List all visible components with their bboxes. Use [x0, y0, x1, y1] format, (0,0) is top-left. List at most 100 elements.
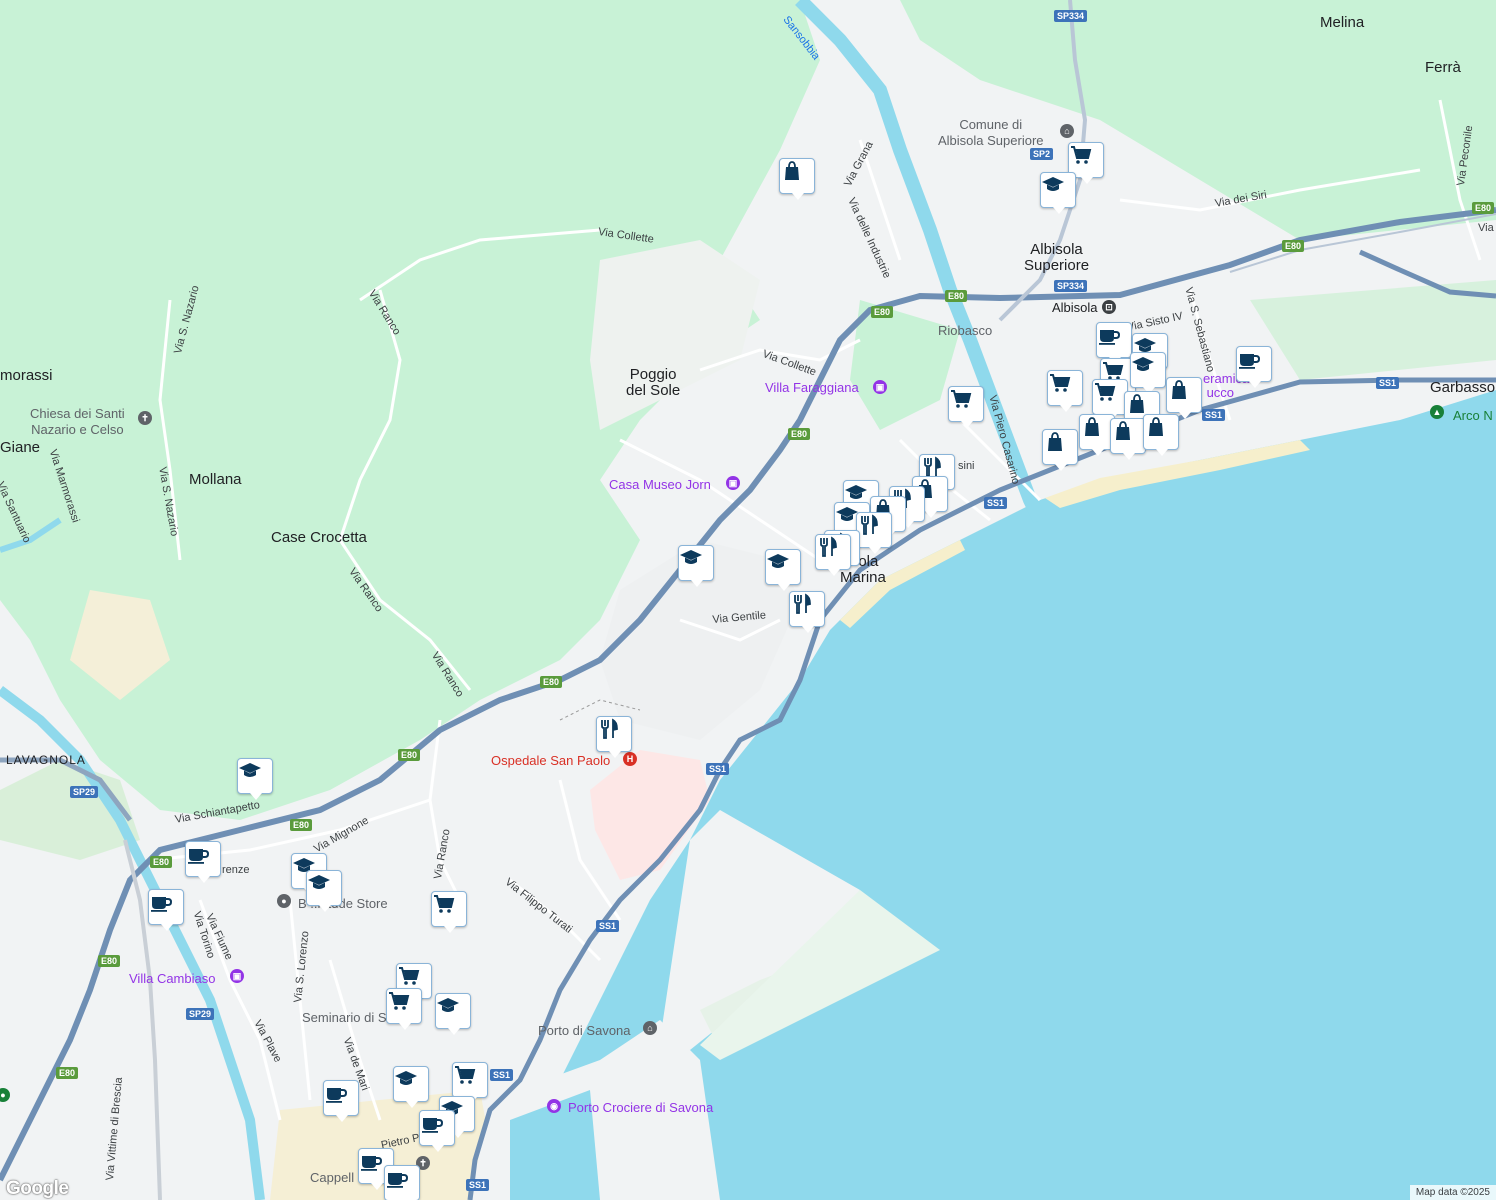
- map-attribution[interactable]: Map data ©2025: [1409, 1185, 1496, 1200]
- camera-icon[interactable]: ◉: [547, 1099, 561, 1113]
- marker-restaurant[interactable]: [815, 534, 851, 576]
- marker-coffee[interactable]: [419, 1110, 455, 1152]
- marker-coffee[interactable]: [323, 1080, 359, 1122]
- train-station-icon[interactable]: ⊡: [1102, 300, 1116, 314]
- shopping-cart-icon: [1050, 374, 1071, 392]
- shopping-cart-icon: [389, 992, 410, 1010]
- shopping-bag-icon: [1149, 417, 1163, 436]
- landmark-icon[interactable]: ⌂: [643, 1021, 657, 1035]
- road-shield-ss1: SS1: [490, 1069, 514, 1081]
- poi-label-villa-cambiaso[interactable]: Villa Cambiaso: [129, 971, 215, 986]
- marker-school[interactable]: [393, 1066, 429, 1108]
- road-shield-e80: E80: [1282, 240, 1305, 252]
- road-shield-e80: E80: [871, 306, 894, 318]
- marker-school[interactable]: [306, 870, 342, 912]
- museum-icon[interactable]: ▣: [230, 969, 244, 983]
- museum-icon[interactable]: ▣: [726, 476, 740, 490]
- marker-shopping-bag[interactable]: [779, 158, 815, 200]
- place-label-comune: Comune di Albisola Superiore: [938, 117, 1044, 148]
- marker-coffee[interactable]: [148, 889, 184, 931]
- road-shield-ss1: SS1: [596, 920, 620, 932]
- coffee-icon: [1099, 330, 1121, 345]
- map-canvas[interactable]: Melina Ferrà Comune di Albisola Superior…: [0, 0, 1496, 1200]
- place-label-garbasso: Garbasso: [1430, 379, 1496, 396]
- marker-shopping-cart[interactable]: [1047, 370, 1083, 412]
- coffee-icon: [1239, 354, 1261, 369]
- road-shield-e80: E80: [290, 819, 313, 831]
- landmark-icon: ⌂: [1060, 124, 1074, 138]
- place-label-chiesa: Chiesa dei Santi Nazario e Celso: [30, 406, 125, 437]
- marker-shopping-bag[interactable]: [1166, 377, 1202, 419]
- shopping-bag-icon: [1048, 432, 1062, 451]
- marker-shopping-cart[interactable]: [452, 1062, 488, 1104]
- road-shield-e80: E80: [540, 676, 563, 688]
- marker-coffee[interactable]: [1096, 322, 1132, 364]
- place-label-seminario: Seminario di S: [302, 1010, 387, 1025]
- school-icon: [437, 998, 459, 1012]
- hospital-icon[interactable]: H: [623, 752, 637, 766]
- marker-shopping-bag[interactable]: [1042, 429, 1078, 471]
- shopping-cart-icon: [951, 390, 972, 408]
- shopping-icon[interactable]: ●: [277, 894, 291, 908]
- marker-restaurant[interactable]: [856, 512, 892, 554]
- shopping-bag-icon: [1172, 380, 1186, 399]
- poi-label-porto-crociere[interactable]: Porto Crociere di Savona: [568, 1100, 713, 1115]
- coffee-icon: [151, 897, 173, 912]
- marker-school[interactable]: [1040, 172, 1076, 214]
- marker-shopping-cart[interactable]: [1092, 379, 1128, 421]
- place-label-morassi: morassi: [0, 367, 53, 384]
- road-shield-e80: E80: [56, 1067, 79, 1079]
- school-icon: [767, 554, 789, 568]
- road-shield-ss1: SS1: [706, 763, 730, 775]
- shopping-cart-icon: [1095, 383, 1116, 401]
- marker-shopping-cart[interactable]: [431, 891, 467, 933]
- marker-shopping-cart[interactable]: [386, 988, 422, 1030]
- marker-shopping-bag[interactable]: [1110, 418, 1146, 460]
- road-shield-sp29: SP29: [186, 1008, 215, 1020]
- place-label-ferra: Ferrà: [1425, 59, 1461, 76]
- coffee-icon: [422, 1118, 444, 1133]
- marker-school[interactable]: [1130, 352, 1166, 394]
- marker-restaurant[interactable]: [789, 591, 825, 633]
- marker-school[interactable]: [237, 758, 273, 800]
- restaurant-icon: [794, 593, 811, 614]
- school-icon: [1042, 177, 1064, 191]
- restaurant-icon: [861, 514, 878, 535]
- street-label: Via: [1478, 222, 1494, 234]
- marker-school[interactable]: [678, 545, 714, 587]
- google-logo: Google: [6, 1178, 69, 1199]
- road-shield-e80: E80: [788, 428, 811, 440]
- place-label-giane: Giane: [0, 439, 41, 456]
- road-shield-sp334: SP334: [1054, 280, 1088, 292]
- shopping-bag-icon: [1085, 417, 1099, 436]
- shopping-bag-icon: [785, 161, 799, 180]
- place-label-albisola-station: Albisola: [1052, 300, 1098, 315]
- marker-restaurant[interactable]: [596, 716, 632, 758]
- road-shield-sp334: SP334: [1054, 10, 1088, 22]
- road-shield-ss1: SS1: [1376, 377, 1400, 389]
- marker-coffee[interactable]: [384, 1165, 420, 1200]
- road-shield-ss1: SS1: [1202, 409, 1226, 421]
- marker-school[interactable]: [435, 993, 471, 1035]
- marker-school[interactable]: [765, 549, 801, 591]
- place-label-poggio: Poggio del Sole: [626, 366, 681, 399]
- poi-label-porto-savona[interactable]: Porto di Savona: [538, 1023, 631, 1038]
- marker-coffee[interactable]: [1236, 346, 1272, 388]
- marker-shopping-bag[interactable]: [1143, 414, 1179, 456]
- shopping-bag-icon: [1130, 394, 1144, 413]
- poi-label-ospedale[interactable]: Ospedale San Paolo: [491, 753, 610, 768]
- street-label: sini: [958, 460, 975, 472]
- shopping-cart-icon: [399, 967, 420, 985]
- church-icon: ✝: [138, 411, 152, 425]
- restaurant-icon: [601, 718, 618, 739]
- poi-label-villa-faraggiana[interactable]: Villa Faraggiana: [765, 380, 859, 395]
- road-shield-ss1: SS1: [984, 497, 1008, 509]
- place-label-albisola-superiore: Albisola Superiore: [1024, 241, 1090, 274]
- marker-shopping-cart[interactable]: [948, 386, 984, 428]
- coffee-icon: [188, 849, 210, 864]
- place-label-mollana: Mollana: [189, 471, 242, 488]
- marker-coffee[interactable]: [185, 841, 221, 883]
- poi-label-casa-museo[interactable]: Casa Museo Jorn: [609, 477, 711, 492]
- museum-icon[interactable]: ▣: [873, 380, 887, 394]
- park-icon[interactable]: ▲: [1430, 405, 1444, 419]
